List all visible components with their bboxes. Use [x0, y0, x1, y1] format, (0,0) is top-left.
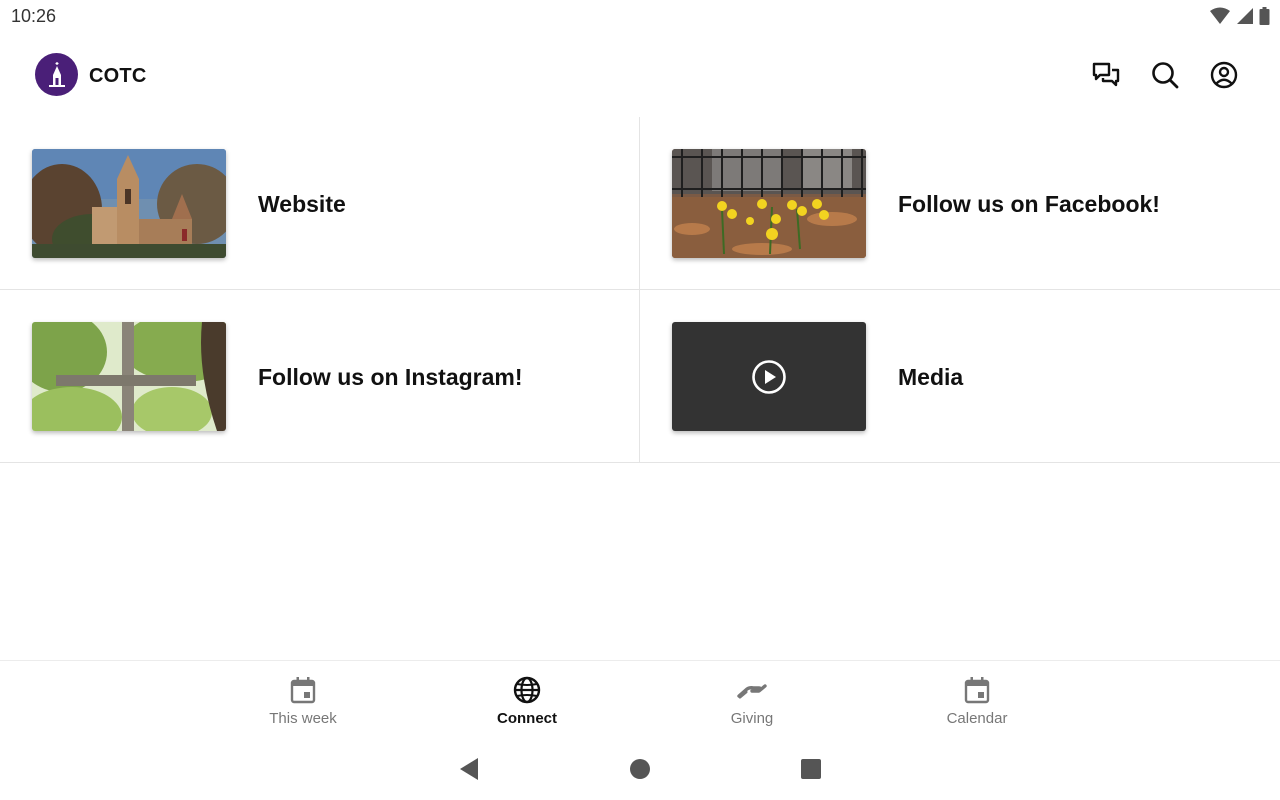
- recents-button[interactable]: [798, 756, 824, 782]
- app-title: COTC: [89, 65, 147, 87]
- tile-label: Follow us on Facebook!: [898, 191, 1160, 217]
- giving-hand-icon: [737, 684, 767, 699]
- tile-website[interactable]: Website: [0, 117, 640, 290]
- home-button[interactable]: [627, 756, 653, 782]
- nav-item-connect[interactable]: Connect: [447, 661, 607, 741]
- home-icon: [630, 759, 650, 779]
- facebook-thumbnail: [672, 149, 866, 258]
- chat-icon: [1092, 62, 1120, 87]
- chat-button[interactable]: [1090, 59, 1122, 91]
- recents-icon: [801, 759, 821, 779]
- connect-grid: Website Follow us on Facebook! Follow us…: [0, 117, 1280, 464]
- tile-instagram[interactable]: Follow us on Instagram!: [0, 290, 640, 463]
- search-button[interactable]: [1149, 59, 1181, 91]
- website-thumbnail: [32, 149, 226, 258]
- nav-item-calendar[interactable]: Calendar: [897, 661, 1057, 741]
- search-icon: [1152, 62, 1179, 89]
- nav-item-giving[interactable]: Giving: [672, 661, 832, 741]
- tile-label: Website: [258, 191, 346, 217]
- back-button[interactable]: [456, 756, 482, 782]
- app-bar: COTC: [0, 34, 1280, 116]
- nav-item-this-week[interactable]: This week: [223, 661, 383, 741]
- instagram-thumbnail: [32, 322, 226, 431]
- system-nav: [0, 740, 1280, 800]
- nav-label: Giving: [730, 710, 774, 727]
- nav-label: Connect: [497, 710, 557, 727]
- calendar-icon: [290, 677, 316, 704]
- status-bar: 10:26: [0, 0, 1280, 34]
- tile-media[interactable]: Media: [640, 290, 1280, 463]
- back-icon: [460, 758, 478, 780]
- calendar-icon: [964, 677, 990, 704]
- nav-label: This week: [269, 710, 337, 727]
- globe-icon: [513, 676, 541, 704]
- status-time: 10:26: [11, 6, 57, 26]
- battery-icon: [1259, 7, 1270, 25]
- tile-facebook[interactable]: Follow us on Facebook!: [640, 117, 1280, 290]
- status-icons: [1210, 7, 1270, 25]
- account-icon: [1210, 61, 1238, 89]
- tile-label: Follow us on Instagram!: [258, 364, 523, 390]
- wifi-icon: [1210, 7, 1230, 24]
- church-logo: [35, 53, 78, 96]
- bottom-nav: This week Connect Giving Calendar: [0, 660, 1280, 740]
- tile-label: Media: [898, 364, 964, 390]
- media-thumbnail: [672, 322, 866, 431]
- cell-signal-icon: [1237, 8, 1253, 24]
- nav-label: Calendar: [946, 710, 1008, 727]
- play-icon: [752, 359, 786, 394]
- account-button[interactable]: [1208, 59, 1240, 91]
